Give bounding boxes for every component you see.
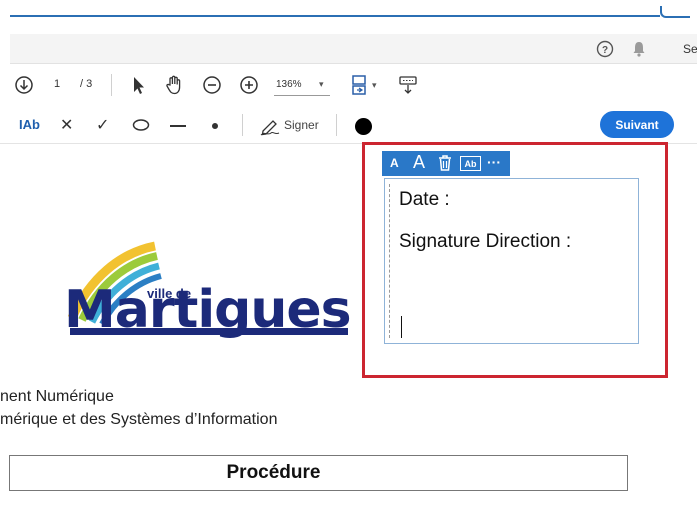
sign-button-label[interactable]: Signer <box>284 118 319 132</box>
cross-tool[interactable]: ✕ <box>60 115 73 135</box>
top-accent-tail <box>660 6 690 18</box>
procedure-title: Procédure <box>226 462 321 483</box>
page-number-input[interactable]: 1 <box>44 78 70 90</box>
fill-sign-toolbar: IAb ✕ ✓ Signer Suivant <box>0 106 697 144</box>
trash-icon[interactable] <box>437 154 453 172</box>
field-guide-line <box>389 184 390 338</box>
add-text-tool[interactable]: IAb <box>19 117 40 132</box>
bell-icon[interactable] <box>630 40 648 58</box>
viewer-toolbar: 1 / 3 136% ▾ ▾ <box>0 68 697 102</box>
next-button[interactable]: Suivant <box>600 111 674 138</box>
next-page-icon[interactable] <box>13 74 35 96</box>
text-field-toolbar: A A Ab ··· <box>382 151 510 176</box>
select-pointer-icon[interactable] <box>128 74 148 96</box>
logo-wordmark: Martigues <box>64 280 352 340</box>
check-tool[interactable]: ✓ <box>96 115 109 135</box>
toolbar-divider <box>242 114 243 136</box>
zoom-underline <box>274 95 330 96</box>
more-options-button[interactable]: ··· <box>487 154 501 170</box>
hand-tool-icon[interactable] <box>163 74 185 96</box>
field-type-button[interactable]: Ab <box>460 156 481 171</box>
decrease-font-button[interactable]: A <box>390 156 399 170</box>
department-line-2: mérique et des Systèmes d’Information <box>0 411 278 428</box>
chevron-down-icon[interactable]: ▾ <box>319 79 324 90</box>
increase-font-button[interactable]: A <box>413 152 425 173</box>
signature-label: Signature Direction : <box>399 231 572 252</box>
toolbar-divider <box>111 74 112 96</box>
page-layout-icon[interactable] <box>349 74 371 96</box>
user-menu[interactable]: Se <box>683 42 697 56</box>
top-accent-line <box>10 15 660 17</box>
chevron-down-icon[interactable]: ▾ <box>372 80 377 91</box>
date-label: Date : <box>399 189 450 210</box>
dot-tool-icon[interactable] <box>212 123 218 129</box>
zoom-out-icon[interactable] <box>201 74 223 96</box>
ellipse-tool-icon[interactable] <box>131 118 151 132</box>
keyboard-download-icon[interactable] <box>397 74 419 96</box>
zoom-level-select[interactable]: 136% <box>276 79 316 90</box>
app-header-bar: ? Se <box>10 34 697 64</box>
svg-text:?: ? <box>602 45 608 56</box>
color-picker[interactable] <box>355 118 372 135</box>
help-icon[interactable]: ? <box>596 40 614 58</box>
zoom-in-icon[interactable] <box>238 74 260 96</box>
page-total: / 3 <box>80 78 93 90</box>
line-tool-icon[interactable] <box>170 125 186 127</box>
procedure-header-box: Procédure <box>9 455 628 491</box>
signature-pen-icon[interactable] <box>259 116 281 136</box>
text-cursor <box>401 316 402 338</box>
toolbar-divider <box>336 114 337 136</box>
department-line-1: nent Numérique <box>0 388 114 405</box>
